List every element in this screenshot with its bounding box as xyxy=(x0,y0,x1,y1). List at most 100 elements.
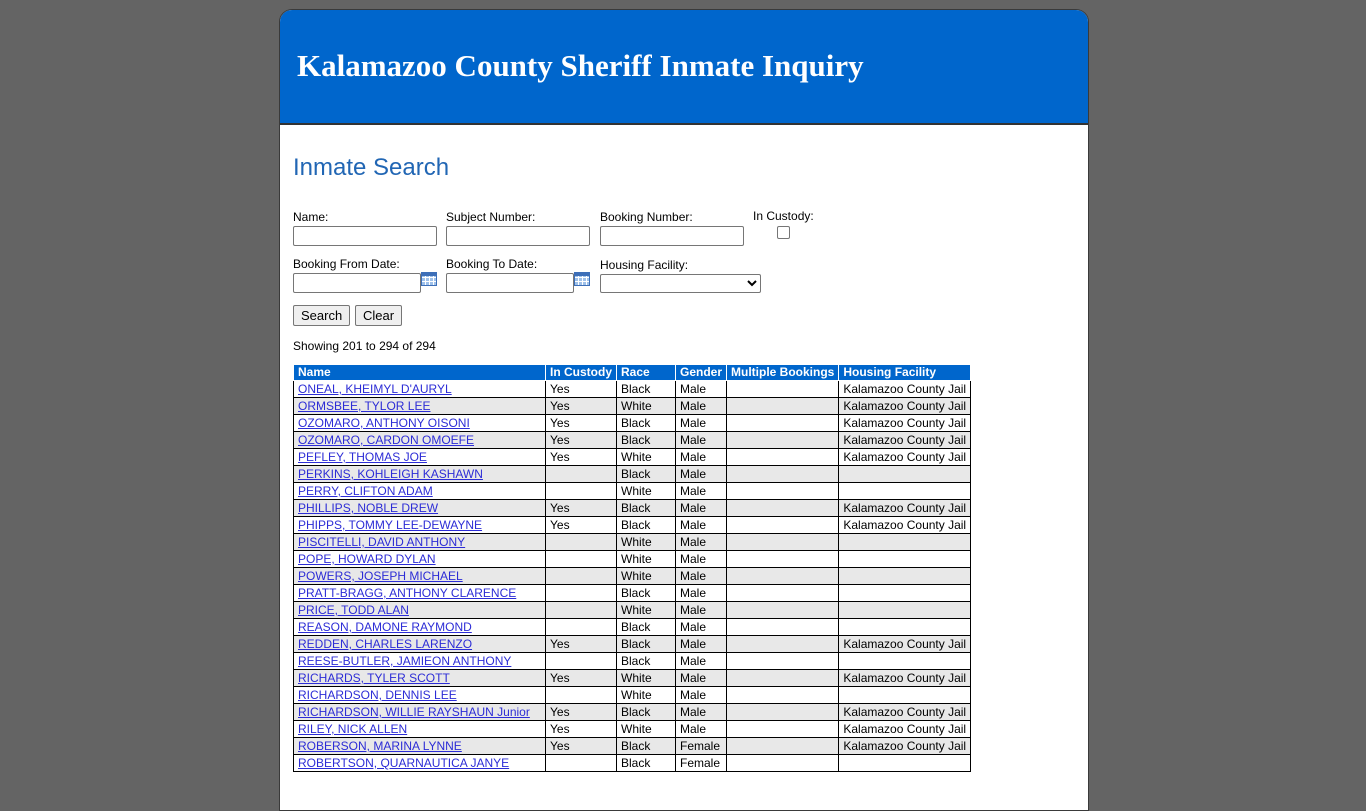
inmate-name-link[interactable]: OZOMARO, CARDON OMOEFE xyxy=(298,433,474,447)
inmate-name-link[interactable]: PISCITELLI, DAVID ANTHONY xyxy=(298,535,465,549)
in-custody-cell: Yes xyxy=(545,380,617,398)
multiple-bookings-cell xyxy=(726,669,840,687)
inmate-name-link[interactable]: ROBERSON, MARINA LYNNE xyxy=(298,739,462,753)
booking-to-input[interactable] xyxy=(446,273,574,293)
housing-facility-cell: Kalamazoo County Jail xyxy=(838,669,972,687)
booking-number-input[interactable] xyxy=(600,226,744,246)
multiple-bookings-cell xyxy=(726,652,840,670)
gender-cell: Male xyxy=(674,720,728,738)
inmate-name-link[interactable]: RICHARDSON, WILLIE RAYSHAUN Junior xyxy=(298,705,530,719)
multiple-bookings-cell xyxy=(726,465,840,483)
name-cell: OZOMARO, ANTHONY OISONI xyxy=(293,414,546,432)
results-status: Showing 201 to 294 of 294 xyxy=(293,339,436,353)
in-custody-label: In Custody: xyxy=(753,209,814,223)
multiple-bookings-cell xyxy=(726,567,840,585)
gender-cell: Male xyxy=(674,550,728,568)
column-header-race[interactable]: Race xyxy=(616,364,676,381)
housing-facility-cell xyxy=(838,482,972,500)
table-row: PEFLEY, THOMAS JOE Yes White Male Kalamazoo … xyxy=(293,448,972,466)
column-header-in-custody[interactable]: In Custody xyxy=(545,364,617,381)
inmate-name-link[interactable]: PERRY, CLIFTON ADAM xyxy=(298,484,433,498)
in-custody-cell xyxy=(545,754,617,772)
gender-cell: Male xyxy=(674,414,728,432)
name-cell: ONEAL, KHEIMYL D'AURYL xyxy=(293,380,546,398)
booking-number-label: Booking Number: xyxy=(600,210,693,224)
table-row: POPE, HOWARD DYLAN White Male xyxy=(293,550,972,568)
multiple-bookings-cell xyxy=(726,703,840,721)
inmate-name-link[interactable]: ORMSBEE, TYLOR LEE xyxy=(298,399,431,413)
column-header-multiple-bookings[interactable]: Multiple Bookings xyxy=(726,364,840,381)
race-cell: Black xyxy=(616,618,676,636)
calendar-icon[interactable] xyxy=(574,272,590,286)
inmate-name-link[interactable]: PHIPPS, TOMMY LEE-DEWAYNE xyxy=(298,518,482,532)
gender-cell: Male xyxy=(674,448,728,466)
multiple-bookings-cell xyxy=(726,550,840,568)
inmate-name-link[interactable]: REDDEN, CHARLES LARENZO xyxy=(298,637,472,651)
multiple-bookings-cell xyxy=(726,516,840,534)
inmate-name-link[interactable]: ONEAL, KHEIMYL D'AURYL xyxy=(298,382,452,396)
table-row: ROBERTSON, QUARNAUTICA JANYE Black Female xyxy=(293,754,972,772)
housing-facility-cell: Kalamazoo County Jail xyxy=(838,499,972,517)
in-custody-cell: Yes xyxy=(545,720,617,738)
inmate-name-link[interactable]: PRATT-BRAGG, ANTHONY CLARENCE xyxy=(298,586,516,600)
booking-number-field: Booking Number: xyxy=(600,210,744,246)
multiple-bookings-cell xyxy=(726,499,840,517)
inmate-name-link[interactable]: PEFLEY, THOMAS JOE xyxy=(298,450,427,464)
name-input[interactable] xyxy=(293,226,437,246)
housing-facility-cell xyxy=(838,601,972,619)
housing-facility-cell xyxy=(838,533,972,551)
housing-facility-cell xyxy=(838,618,972,636)
column-header-housing-facility[interactable]: Housing Facility xyxy=(838,364,972,381)
column-header-gender[interactable]: Gender xyxy=(674,364,728,381)
housing-facility-cell xyxy=(838,550,972,568)
inmate-name-link[interactable]: POPE, HOWARD DYLAN xyxy=(298,552,436,566)
race-cell: Black xyxy=(616,414,676,432)
in-custody-cell xyxy=(545,618,617,636)
calendar-icon[interactable] xyxy=(421,272,437,286)
booking-from-input[interactable] xyxy=(293,273,421,293)
name-cell: REASON, DAMONE RAYMOND xyxy=(293,618,546,636)
table-row: REASON, DAMONE RAYMOND Black Male xyxy=(293,618,972,636)
inmate-name-link[interactable]: REESE-BUTLER, JAMIEON ANTHONY xyxy=(298,654,511,668)
race-cell: Black xyxy=(616,703,676,721)
in-custody-cell: Yes xyxy=(545,669,617,687)
gender-cell: Male xyxy=(674,482,728,500)
in-custody-cell: Yes xyxy=(545,414,617,432)
booking-from-label: Booking From Date: xyxy=(293,257,400,271)
in-custody-cell xyxy=(545,465,617,483)
inmate-name-link[interactable]: OZOMARO, ANTHONY OISONI xyxy=(298,416,470,430)
inmate-name-link[interactable]: RICHARDS, TYLER SCOTT xyxy=(298,671,450,685)
table-header-row: Name In Custody Race Gender Multiple Boo… xyxy=(293,364,972,381)
inmate-name-link[interactable]: PRICE, TODD ALAN xyxy=(298,603,409,617)
subject-number-input[interactable] xyxy=(446,226,590,246)
in-custody-cell: Yes xyxy=(545,397,617,415)
housing-facility-cell: Kalamazoo County Jail xyxy=(838,703,972,721)
column-header-name[interactable]: Name xyxy=(293,364,546,381)
gender-cell: Male xyxy=(674,533,728,551)
name-cell: ORMSBEE, TYLOR LEE xyxy=(293,397,546,415)
in-custody-cell xyxy=(545,533,617,551)
inmate-name-link[interactable]: RILEY, NICK ALLEN xyxy=(298,722,407,736)
table-row: OZOMARO, CARDON OMOEFE Yes Black Male Kalama… xyxy=(293,431,972,449)
section-title: Inmate Search xyxy=(293,154,450,181)
table-row: ONEAL, KHEIMYL D'AURYL Yes Black Male Kalama… xyxy=(293,380,972,398)
table-row: PRICE, TODD ALAN White Male xyxy=(293,601,972,619)
clear-button[interactable]: Clear xyxy=(355,305,403,326)
inmate-name-link[interactable]: POWERS, JOSEPH MICHAEL xyxy=(298,569,463,583)
in-custody-cell xyxy=(545,584,617,602)
table-row: RICHARDS, TYLER SCOTT Yes White Male Kalamaz… xyxy=(293,669,972,687)
gender-cell: Male xyxy=(674,669,728,687)
housing-facility-select[interactable] xyxy=(600,274,761,293)
inmate-name-link[interactable]: RICHARDSON, DENNIS LEE xyxy=(298,688,457,702)
housing-facility-cell xyxy=(838,584,972,602)
inmate-name-link[interactable]: REASON, DAMONE RAYMOND xyxy=(298,620,472,634)
search-button[interactable]: Search xyxy=(293,305,351,326)
in-custody-cell xyxy=(545,567,617,585)
in-custody-cell xyxy=(545,652,617,670)
inmate-name-link[interactable]: PERKINS, KOHLEIGH KASHAWN xyxy=(298,467,483,481)
results-body: ONEAL, KHEIMYL D'AURYL Yes Black Male Kalama… xyxy=(293,380,972,772)
inmate-name-link[interactable]: PHILLIPS, NOBLE DREW xyxy=(298,501,438,515)
in-custody-checkbox[interactable] xyxy=(777,226,790,239)
in-custody-cell xyxy=(545,482,617,500)
subject-number-label: Subject Number: xyxy=(446,210,536,224)
